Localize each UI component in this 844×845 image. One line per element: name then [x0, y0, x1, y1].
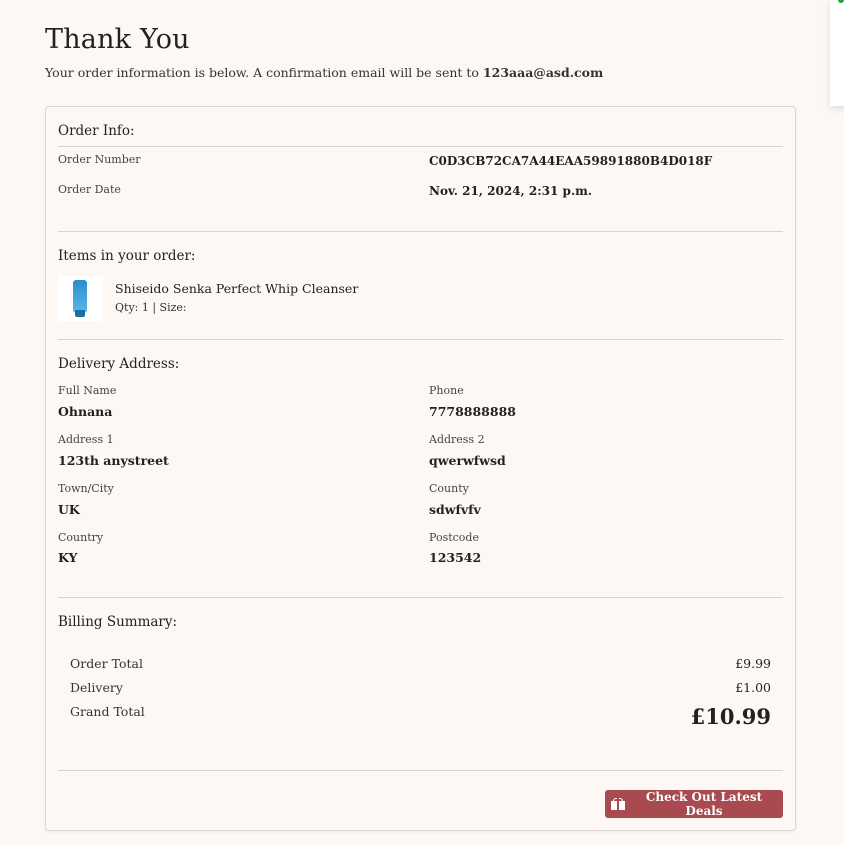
county-label: County: [429, 482, 469, 495]
grand-total-label: Grand Total: [70, 704, 145, 719]
product-tube-image: [73, 280, 87, 312]
item-name[interactable]: Shiseido Senka Perfect Whip Cleanser: [115, 281, 358, 296]
product-thumbnail[interactable]: [58, 276, 103, 321]
confirmation-email: 123aaa@asd.com: [482, 65, 604, 80]
divider: [58, 597, 783, 598]
address1-label: Address 1: [58, 433, 114, 446]
order-date-label: Order Date: [58, 183, 121, 196]
product-tube-cap: [75, 310, 85, 317]
order-info-heading: Order Info:: [58, 123, 135, 139]
town-label: Town/City: [58, 482, 114, 495]
address1-value: 123th anystreet: [58, 453, 169, 468]
postcode-value: 123542: [429, 550, 482, 565]
postcode-label: Postcode: [429, 531, 479, 544]
confirmation-subtitle: Your order information is below. A confi…: [45, 65, 603, 80]
order-total-label: Order Total: [70, 656, 143, 671]
order-date-value: Nov. 21, 2024, 2:31 p.m.: [429, 184, 593, 198]
subtitle-text: Your order information is below. A confi…: [45, 65, 483, 80]
county-value: sdwfvfv: [429, 502, 481, 517]
gift-icon: [611, 798, 625, 810]
item-meta: Qty: 1 | Size:: [115, 301, 187, 314]
phone-value: 7778888888: [429, 404, 516, 419]
items-heading: Items in your order:: [58, 248, 196, 264]
delivery-heading: Delivery Address:: [58, 356, 180, 372]
country-label: Country: [58, 531, 104, 544]
order-summary-card: Order Info: Order Number C0D3CB72CA7A44E…: [45, 106, 796, 831]
address2-value: qwerwfwsd: [429, 453, 506, 468]
divider: [58, 770, 783, 771]
check-out-deals-button[interactable]: Check Out Latest Deals: [605, 790, 783, 818]
toast-notification: [830, 0, 844, 106]
order-total-value: £9.99: [735, 656, 771, 671]
order-number-value: C0D3CB72CA7A44EAA59891880B4D018F: [429, 154, 713, 168]
divider: [58, 231, 783, 232]
divider: [58, 146, 783, 147]
delivery-value: £1.00: [735, 680, 771, 695]
order-number-label: Order Number: [58, 153, 141, 166]
delivery-label: Delivery: [70, 680, 123, 695]
address2-label: Address 2: [429, 433, 485, 446]
full-name-value: Ohnana: [58, 404, 113, 419]
divider: [58, 339, 783, 340]
grand-total-value: £10.99: [690, 704, 771, 729]
phone-label: Phone: [429, 384, 464, 397]
town-value: UK: [58, 502, 80, 517]
country-value: KY: [58, 550, 78, 565]
billing-heading: Billing Summary:: [58, 614, 178, 630]
full-name-label: Full Name: [58, 384, 117, 397]
page-title: Thank You: [45, 24, 190, 55]
status-dot-icon: [838, 0, 844, 3]
check-out-deals-label: Check Out Latest Deals: [645, 790, 763, 818]
